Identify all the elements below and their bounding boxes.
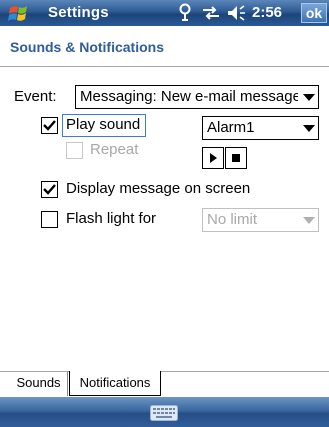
event-dropdown-value: Messaging: New e-mail message bbox=[80, 88, 298, 105]
title-bar: Settings 2:56 ok bbox=[0, 0, 329, 26]
repeat-label: Repeat bbox=[90, 141, 139, 158]
tab-sounds[interactable]: Sounds bbox=[10, 371, 68, 396]
flash-duration-dropdown[interactable]: No limit bbox=[202, 208, 319, 232]
page-title: Sounds & Notifications bbox=[10, 39, 164, 55]
chevron-down-icon bbox=[298, 117, 318, 139]
header-divider bbox=[0, 66, 329, 67]
checkmark-icon bbox=[43, 184, 56, 195]
event-label: Event: bbox=[14, 88, 57, 105]
stop-icon bbox=[232, 154, 240, 162]
stop-button[interactable] bbox=[225, 147, 247, 169]
window-title: Settings bbox=[48, 4, 109, 21]
keyboard-icon[interactable] bbox=[150, 405, 178, 421]
sound-dropdown-value: Alarm1 bbox=[207, 119, 255, 136]
play-sound-checkbox[interactable] bbox=[41, 117, 58, 134]
play-icon bbox=[210, 153, 217, 163]
flash-light-label[interactable]: Flash light for bbox=[66, 210, 156, 227]
ok-button[interactable]: ok bbox=[301, 3, 327, 23]
repeat-checkbox[interactable] bbox=[66, 142, 83, 159]
start-flag-icon[interactable] bbox=[6, 2, 34, 24]
volume-icon[interactable] bbox=[226, 3, 248, 23]
flash-duration-value: No limit bbox=[207, 211, 258, 228]
display-message-label[interactable]: Display message on screen bbox=[66, 180, 250, 197]
play-sound-label[interactable]: Play sound bbox=[66, 116, 140, 133]
event-dropdown[interactable]: Messaging: New e-mail message bbox=[75, 85, 319, 109]
display-message-checkbox[interactable] bbox=[41, 181, 58, 198]
flash-light-checkbox[interactable] bbox=[41, 211, 58, 228]
tab-notifications[interactable]: Notifications bbox=[69, 371, 161, 396]
clock[interactable]: 2:56 bbox=[252, 4, 282, 21]
chevron-down-icon bbox=[298, 209, 318, 231]
sound-dropdown[interactable]: Alarm1 bbox=[202, 116, 319, 140]
checkmark-icon bbox=[43, 120, 56, 131]
soft-key-bar bbox=[0, 397, 329, 427]
play-button[interactable] bbox=[202, 147, 224, 169]
chevron-down-icon bbox=[298, 86, 318, 108]
connectivity-icon[interactable] bbox=[200, 3, 222, 23]
signal-icon[interactable] bbox=[176, 3, 194, 23]
